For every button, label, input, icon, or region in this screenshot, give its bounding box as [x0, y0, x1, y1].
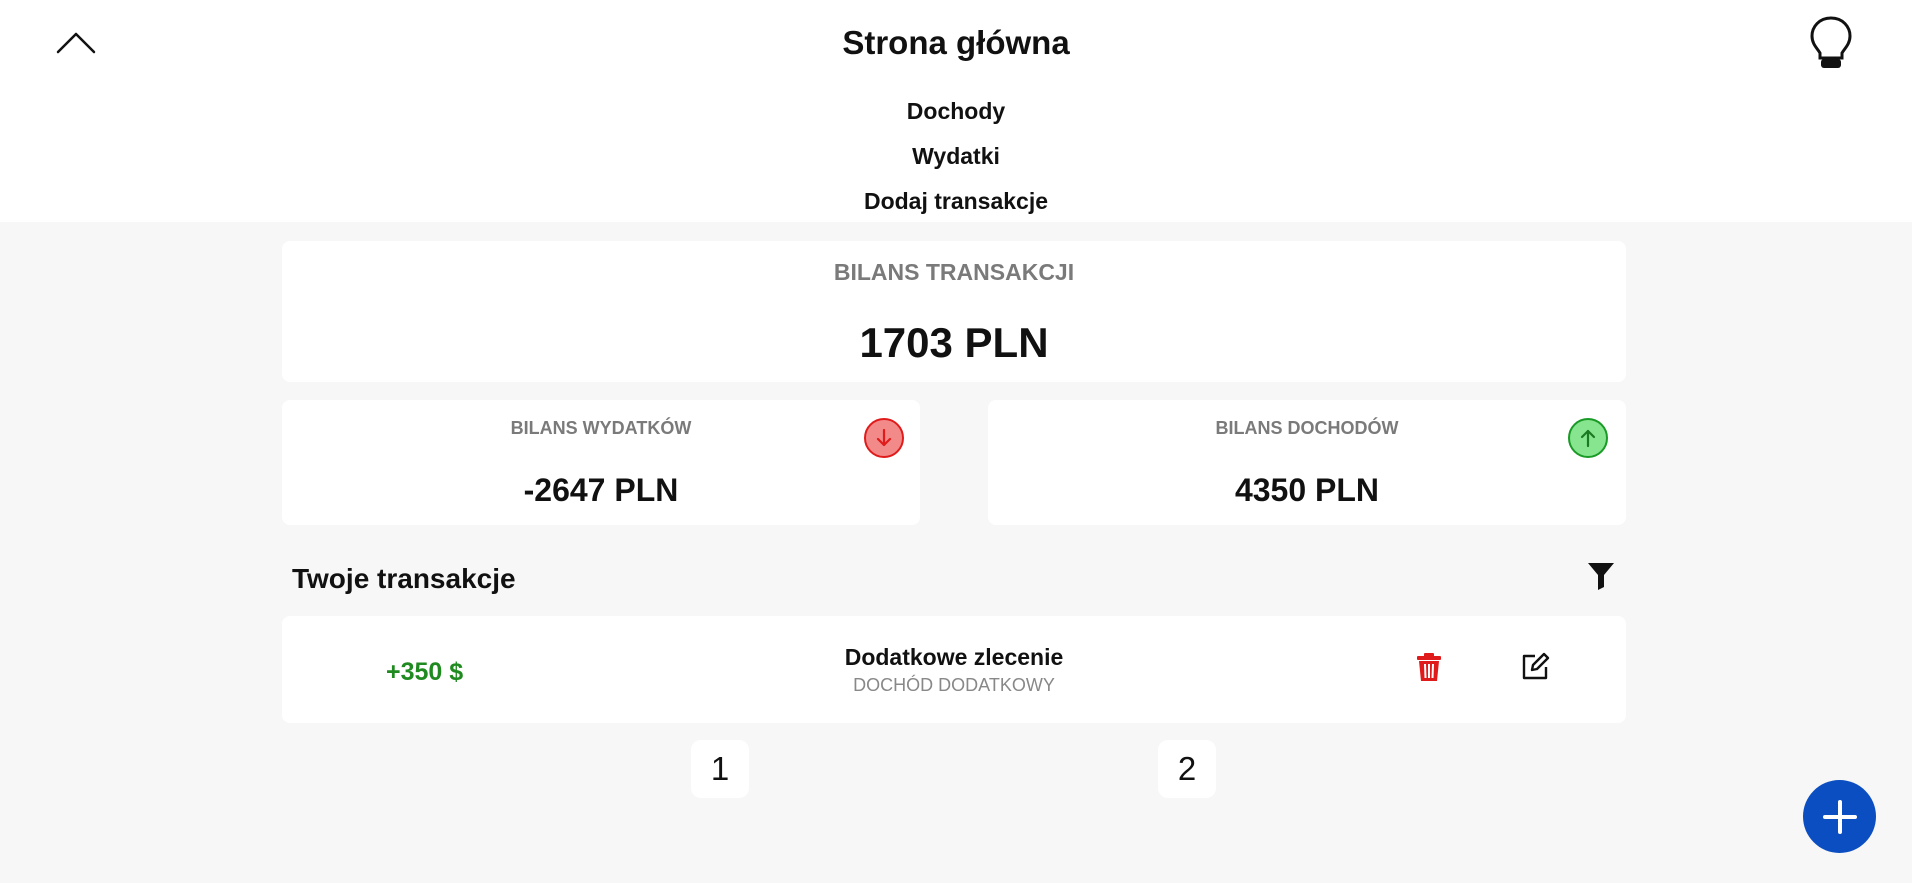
expenses-label: BILANS WYDATKÓW: [510, 418, 692, 438]
income-card: BILANS DOCHODÓW 4350 PLN: [988, 400, 1626, 525]
expenses-value: -2647 PLN: [523, 472, 679, 508]
expenses-card: BILANS WYDATKÓW -2647 PLN: [282, 400, 920, 525]
transaction-row[interactable]: +350 $ Dodatkowe zlecenie DOCHÓD DODATKO…: [282, 616, 1626, 723]
add-transaction-button[interactable]: [1803, 780, 1876, 853]
lightbulb-icon[interactable]: [1806, 14, 1856, 72]
arrow-down-icon: [864, 418, 904, 458]
pagination-page-1[interactable]: 1: [691, 740, 749, 798]
income-value: 4350 PLN: [1234, 472, 1380, 508]
header: Strona główna Dochody Wydatki Dodaj tran…: [0, 0, 1912, 222]
page-title: Strona główna: [842, 24, 1070, 61]
arrow-up-icon: [1568, 418, 1608, 458]
nav-item-wydatki[interactable]: Wydatki: [912, 140, 1000, 185]
balance-value: 1703 PLN: [859, 319, 1049, 366]
income-label: BILANS DOCHODÓW: [1215, 418, 1399, 438]
pagination-page-2[interactable]: 2: [1158, 740, 1216, 798]
plus-icon: [1822, 799, 1857, 834]
edit-icon[interactable]: [1520, 652, 1550, 682]
nav-item-dochody[interactable]: Dochody: [907, 95, 1005, 140]
balance-label: BILANS TRANSAKCJI: [833, 259, 1075, 285]
nav-item-dodaj-transakcje[interactable]: Dodaj transakcje: [864, 185, 1048, 230]
balance-card: BILANS TRANSAKCJI 1703 PLN: [282, 241, 1626, 382]
trash-icon[interactable]: [1416, 652, 1442, 682]
filter-icon[interactable]: [1587, 561, 1615, 591]
main-nav: Dochody Wydatki Dodaj transakcje: [0, 95, 1912, 230]
transactions-title: Twoje transakcje: [292, 563, 516, 594]
